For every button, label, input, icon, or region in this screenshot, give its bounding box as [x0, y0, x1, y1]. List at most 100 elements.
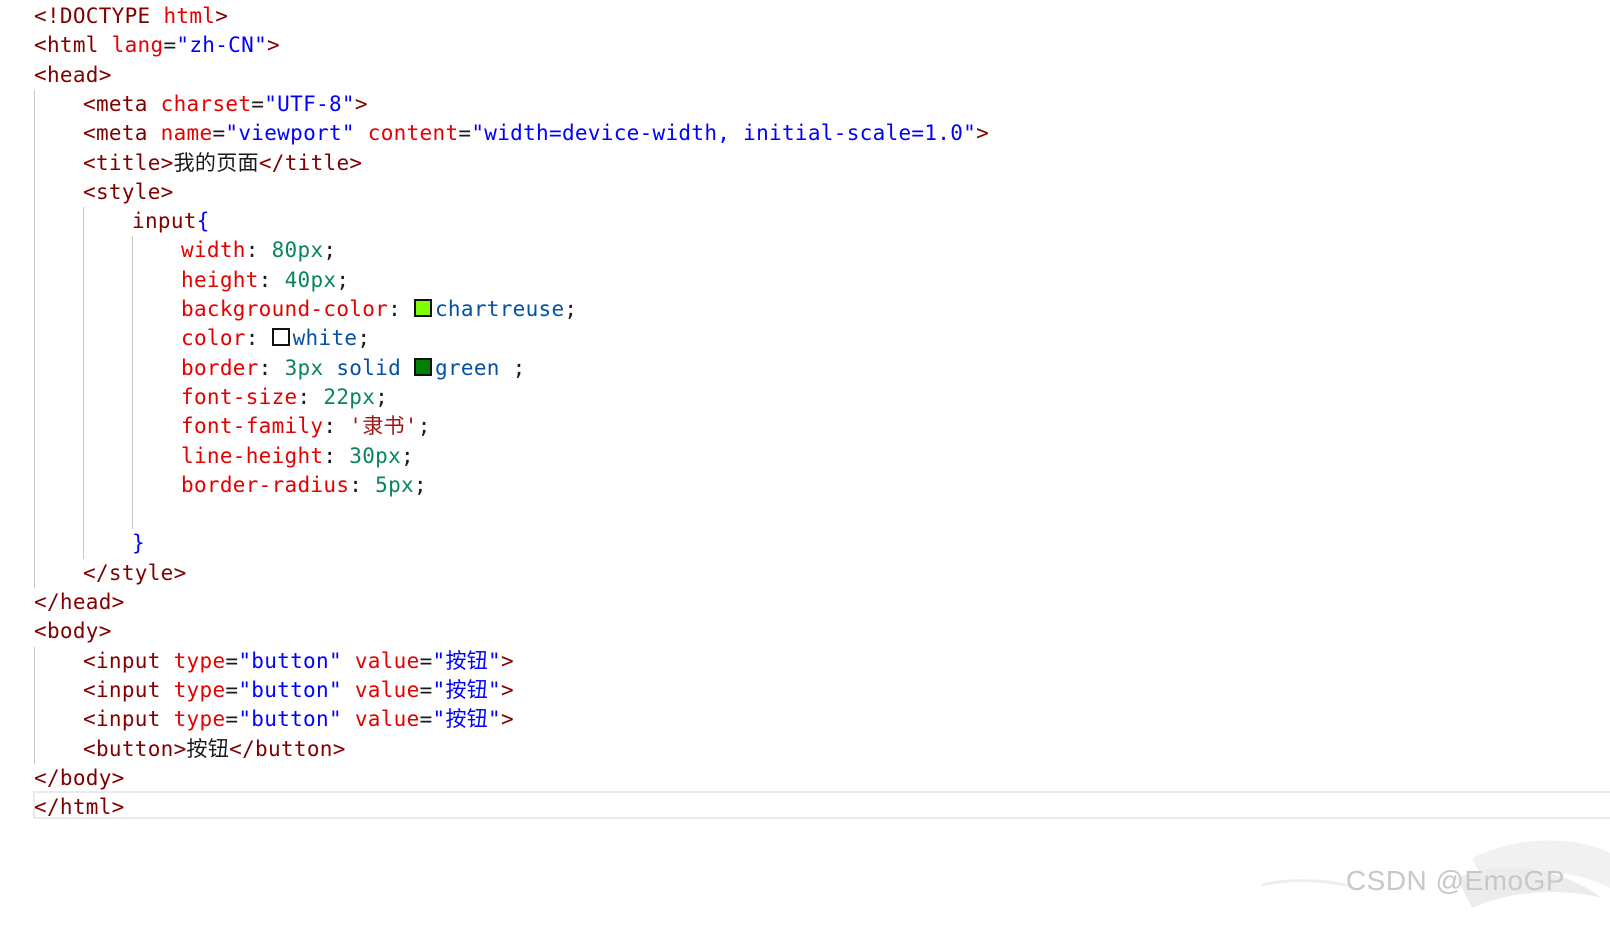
- code-token: lang: [111, 33, 164, 58]
- indent-guide: [34, 89, 35, 588]
- code-token: "UTF-8": [264, 91, 355, 116]
- code-token: =: [458, 121, 472, 146]
- code-token: border: [181, 355, 259, 380]
- code-line[interactable]: input{: [132, 207, 210, 236]
- code-line[interactable]: <meta name="viewport" content="width=dev…: [83, 119, 989, 148]
- color-swatch-icon[interactable]: [413, 299, 432, 317]
- code-line[interactable]: <style>: [83, 178, 174, 207]
- code-token: }: [132, 531, 145, 556]
- code-token: background-color: [181, 297, 389, 321]
- code-token: content: [367, 121, 459, 146]
- code-token: ;: [401, 443, 414, 468]
- code-token: value: [354, 707, 420, 732]
- code-token: type: [173, 677, 226, 702]
- code-token: >: [267, 33, 280, 58]
- code-token: border-radius: [181, 472, 350, 497]
- code-token: value: [354, 648, 420, 673]
- code-line[interactable]: <button>按钮</button>: [83, 735, 346, 764]
- code-line[interactable]: <head>: [34, 61, 112, 90]
- code-token: =: [225, 707, 239, 732]
- code-token: ;: [417, 414, 431, 439]
- indent-guide: [34, 646, 35, 764]
- code-token: ;: [323, 238, 337, 263]
- code-token: 22px: [323, 384, 376, 409]
- code-token: =: [163, 33, 177, 58]
- code-token: =: [251, 91, 265, 116]
- code-line[interactable]: </style>: [83, 559, 187, 588]
- color-swatch-icon[interactable]: [414, 357, 433, 376]
- code-line[interactable]: <meta charset="UTF-8">: [83, 90, 368, 119]
- code-token: value: [354, 677, 420, 702]
- code-token: name: [160, 121, 213, 146]
- code-token: </style>: [83, 560, 187, 585]
- code-token: ;: [414, 472, 427, 497]
- code-token: 40px: [284, 267, 337, 292]
- code-token: <meta: [83, 121, 161, 146]
- code-line[interactable]: </html>: [34, 793, 125, 822]
- code-token: =: [225, 648, 239, 673]
- code-token: <!DOCTYPE: [34, 4, 164, 28]
- code-token: "按钮": [432, 648, 502, 673]
- code-token: </title>: [258, 150, 363, 175]
- code-line[interactable]: }: [132, 529, 145, 558]
- code-token: "按钮": [432, 707, 502, 732]
- color-swatch-icon[interactable]: [271, 328, 290, 347]
- code-line[interactable]: <html lang="zh-CN">: [34, 31, 280, 60]
- code-line[interactable]: <input type="button" value="按钮">: [83, 647, 514, 676]
- code-line[interactable]: <!DOCTYPE html>: [34, 2, 228, 31]
- code-token: green: [435, 355, 500, 380]
- code-token: ;: [564, 297, 578, 321]
- code-token: "按钮": [432, 677, 502, 702]
- code-line[interactable]: width: 80px;: [181, 236, 336, 265]
- code-token: :: [258, 355, 285, 380]
- code-token: 80px: [271, 238, 324, 263]
- code-token: "width=device-width, initial-scale=1.0": [471, 121, 977, 146]
- code-token: 30px: [349, 443, 402, 468]
- code-token: charset: [160, 91, 252, 116]
- code-line[interactable]: font-size: 22px;: [181, 383, 388, 412]
- code-token: "zh-CN": [176, 33, 268, 58]
- code-token: <input: [83, 677, 174, 702]
- code-token: html: [163, 4, 216, 28]
- code-line[interactable]: <input type="button" value="按钮">: [83, 676, 514, 705]
- code-token: <button>: [83, 736, 187, 761]
- code-token: <head>: [34, 62, 112, 87]
- code-token: font-family: [181, 414, 324, 439]
- code-line[interactable]: height: 40px;: [181, 266, 349, 295]
- code-token: white: [292, 326, 358, 351]
- code-line[interactable]: <input type="button" value="按钮">: [83, 705, 514, 734]
- code-token: >: [976, 121, 990, 146]
- code-token: =: [419, 707, 433, 732]
- code-token: </button>: [229, 736, 346, 761]
- code-line[interactable]: font-family: '隶书';: [181, 412, 431, 441]
- code-token: <meta: [83, 91, 161, 116]
- code-token: solid: [336, 355, 415, 380]
- code-token: type: [173, 707, 226, 732]
- code-line[interactable]: <title>我的页面</title>: [83, 149, 362, 178]
- code-token: 5px: [375, 472, 414, 497]
- code-editor[interactable]: <!DOCTYPE html> <html lang="zh-CN"> <head>…: [0, 0, 1610, 933]
- code-line[interactable]: line-height: 30px;: [181, 442, 414, 471]
- code-line[interactable]: border: 3px solid green ;: [181, 354, 526, 383]
- code-token: <input: [83, 648, 174, 673]
- code-token: "viewport": [225, 121, 368, 146]
- code-line[interactable]: border-radius: 5px;: [181, 471, 427, 500]
- code-token: :: [258, 267, 285, 292]
- code-token: color: [181, 326, 246, 351]
- code-line[interactable]: background-color: chartreuse;: [181, 295, 577, 324]
- code-token: :: [323, 443, 350, 468]
- code-token: <input: [83, 707, 174, 732]
- code-token: width: [181, 238, 246, 263]
- code-line[interactable]: </body>: [34, 764, 125, 793]
- code-token: input: [132, 209, 197, 234]
- code-token: >: [354, 91, 368, 116]
- code-line[interactable]: <body>: [34, 617, 112, 646]
- code-token: </head>: [34, 590, 125, 614]
- code-token: {: [196, 209, 210, 234]
- code-token: :: [323, 414, 350, 439]
- indent-guide: [83, 207, 84, 559]
- code-token: </body>: [34, 765, 125, 790]
- code-line[interactable]: </head>: [34, 588, 125, 617]
- code-line[interactable]: color: white;: [181, 324, 370, 353]
- code-token: >: [501, 648, 514, 673]
